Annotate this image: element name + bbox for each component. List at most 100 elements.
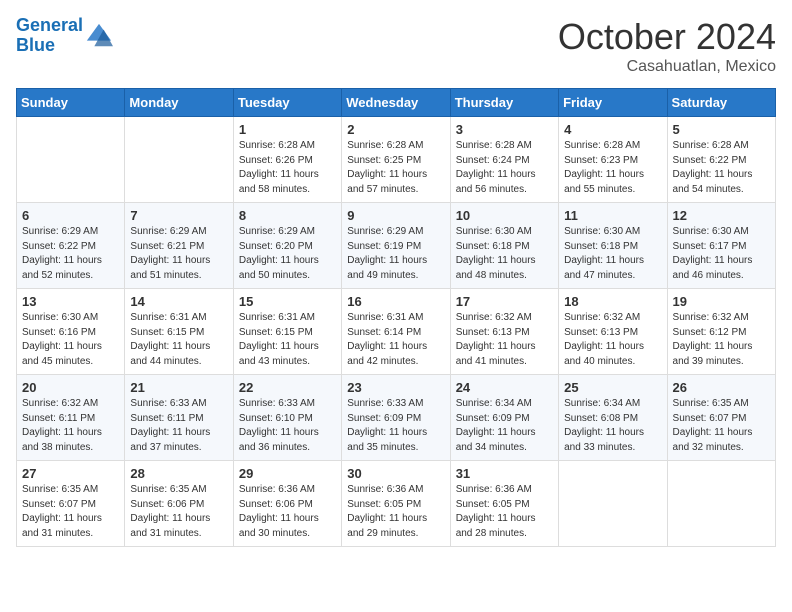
calendar-week-row: 1 Sunrise: 6:28 AM Sunset: 6:26 PM Daylig…	[17, 117, 776, 203]
calendar-cell: 7 Sunrise: 6:29 AM Sunset: 6:21 PM Daylig…	[125, 203, 233, 289]
day-header: Monday	[125, 89, 233, 117]
cell-info: Sunrise: 6:32 AM Sunset: 6:12 PM Dayligh…	[673, 311, 770, 369]
calendar-cell: 31 Sunrise: 6:36 AM Sunset: 6:05 PM Dayli…	[450, 461, 558, 547]
calendar-week-row: 6Sunrise: 6:29 AM Sunset: 6:22 PM Daylig…	[17, 203, 776, 289]
day-number: 2	[347, 122, 444, 137]
logo-text: General Blue	[16, 16, 83, 56]
day-number: 14	[130, 294, 227, 309]
calendar-cell: 30 Sunrise: 6:36 AM Sunset: 6:05 PM Dayli…	[342, 461, 450, 547]
calendar-table: SundayMondayTuesdayWednesdayThursdayFrid…	[16, 88, 776, 547]
calendar-week-row: 13 Sunrise: 6:30 AM Sunset: 6:16 PM Dayli…	[17, 289, 776, 375]
day-number: 17	[456, 294, 553, 309]
cell-info: Sunrise: 6:34 AM Sunset: 6:09 PM Dayligh…	[456, 397, 553, 455]
cell-info: Sunrise: 6:35 AM Sunset: 6:07 PM Dayligh…	[673, 397, 770, 455]
day-number: 20	[22, 380, 119, 395]
day-number: 26	[673, 380, 770, 395]
logo: General Blue	[16, 16, 113, 56]
day-number: 31	[456, 466, 553, 481]
calendar-week-row: 27 Sunrise: 6:35 AM Sunset: 6:07 PM Dayli…	[17, 461, 776, 547]
cell-info: Sunrise: 6:36 AM Sunset: 6:05 PM Dayligh…	[347, 483, 444, 541]
cell-info: Sunrise: 6:32 AM Sunset: 6:13 PM Dayligh…	[564, 311, 661, 369]
day-number: 13	[22, 294, 119, 309]
cell-info: Sunrise: 6:35 AM Sunset: 6:06 PM Dayligh…	[130, 483, 227, 541]
cell-info: Sunrise: 6:32 AM Sunset: 6:11 PM Dayligh…	[22, 397, 119, 455]
calendar-cell: 10 Sunrise: 6:30 AM Sunset: 6:18 PM Dayli…	[450, 203, 558, 289]
cell-info: Sunrise: 6:30 AM Sunset: 6:18 PM Dayligh…	[456, 225, 553, 283]
day-number: 27	[22, 466, 119, 481]
calendar-cell: 2 Sunrise: 6:28 AM Sunset: 6:25 PM Daylig…	[342, 117, 450, 203]
cell-info: Sunrise: 6:34 AM Sunset: 6:08 PM Dayligh…	[564, 397, 661, 455]
day-number: 28	[130, 466, 227, 481]
cell-info: Sunrise: 6:35 AM Sunset: 6:07 PM Dayligh…	[22, 483, 119, 541]
calendar-cell	[667, 461, 775, 547]
day-number: 3	[456, 122, 553, 137]
day-header: Thursday	[450, 89, 558, 117]
calendar-cell: 13 Sunrise: 6:30 AM Sunset: 6:16 PM Dayli…	[17, 289, 125, 375]
day-number: 6	[22, 208, 119, 223]
calendar-cell: 21Sunrise: 6:33 AM Sunset: 6:11 PM Dayli…	[125, 375, 233, 461]
month-title: October 2024	[558, 16, 776, 58]
cell-info: Sunrise: 6:33 AM Sunset: 6:11 PM Dayligh…	[130, 397, 227, 455]
day-number: 29	[239, 466, 336, 481]
cell-info: Sunrise: 6:30 AM Sunset: 6:17 PM Dayligh…	[673, 225, 770, 283]
calendar-body: 1 Sunrise: 6:28 AM Sunset: 6:26 PM Daylig…	[17, 117, 776, 547]
day-header: Wednesday	[342, 89, 450, 117]
cell-info: Sunrise: 6:36 AM Sunset: 6:06 PM Dayligh…	[239, 483, 336, 541]
calendar-cell: 26 Sunrise: 6:35 AM Sunset: 6:07 PM Dayli…	[667, 375, 775, 461]
day-number: 15	[239, 294, 336, 309]
cell-info: Sunrise: 6:28 AM Sunset: 6:23 PM Dayligh…	[564, 139, 661, 197]
calendar-cell: 22 Sunrise: 6:33 AM Sunset: 6:10 PM Dayli…	[233, 375, 341, 461]
day-number: 7	[130, 208, 227, 223]
day-number: 25	[564, 380, 661, 395]
day-number: 30	[347, 466, 444, 481]
calendar-cell: 8 Sunrise: 6:29 AM Sunset: 6:20 PM Daylig…	[233, 203, 341, 289]
day-number: 8	[239, 208, 336, 223]
calendar-cell: 9 Sunrise: 6:29 AM Sunset: 6:19 PM Daylig…	[342, 203, 450, 289]
cell-info: Sunrise: 6:28 AM Sunset: 6:24 PM Dayligh…	[456, 139, 553, 197]
day-number: 18	[564, 294, 661, 309]
cell-info: Sunrise: 6:28 AM Sunset: 6:22 PM Dayligh…	[673, 139, 770, 197]
calendar-cell: 3 Sunrise: 6:28 AM Sunset: 6:24 PM Daylig…	[450, 117, 558, 203]
cell-info: Sunrise: 6:28 AM Sunset: 6:26 PM Dayligh…	[239, 139, 336, 197]
calendar-cell: 5Sunrise: 6:28 AM Sunset: 6:22 PM Daylig…	[667, 117, 775, 203]
calendar-cell: 28 Sunrise: 6:35 AM Sunset: 6:06 PM Dayli…	[125, 461, 233, 547]
calendar-cell	[125, 117, 233, 203]
cell-info: Sunrise: 6:33 AM Sunset: 6:09 PM Dayligh…	[347, 397, 444, 455]
calendar-cell: 12Sunrise: 6:30 AM Sunset: 6:17 PM Dayli…	[667, 203, 775, 289]
title-block: October 2024 Casahuatlan, Mexico	[558, 16, 776, 76]
cell-info: Sunrise: 6:29 AM Sunset: 6:19 PM Dayligh…	[347, 225, 444, 283]
calendar-cell: 19 Sunrise: 6:32 AM Sunset: 6:12 PM Dayli…	[667, 289, 775, 375]
page-header: General Blue October 2024 Casahuatlan, M…	[16, 16, 776, 76]
location: Casahuatlan, Mexico	[558, 58, 776, 76]
day-number: 23	[347, 380, 444, 395]
calendar-cell: 4 Sunrise: 6:28 AM Sunset: 6:23 PM Daylig…	[559, 117, 667, 203]
calendar-cell: 1 Sunrise: 6:28 AM Sunset: 6:26 PM Daylig…	[233, 117, 341, 203]
cell-info: Sunrise: 6:29 AM Sunset: 6:21 PM Dayligh…	[130, 225, 227, 283]
cell-info: Sunrise: 6:30 AM Sunset: 6:16 PM Dayligh…	[22, 311, 119, 369]
day-header: Sunday	[17, 89, 125, 117]
calendar-cell: 24Sunrise: 6:34 AM Sunset: 6:09 PM Dayli…	[450, 375, 558, 461]
day-number: 4	[564, 122, 661, 137]
day-number: 11	[564, 208, 661, 223]
day-number: 10	[456, 208, 553, 223]
day-number: 9	[347, 208, 444, 223]
day-number: 1	[239, 122, 336, 137]
day-number: 16	[347, 294, 444, 309]
calendar-cell: 18 Sunrise: 6:32 AM Sunset: 6:13 PM Dayli…	[559, 289, 667, 375]
cell-info: Sunrise: 6:31 AM Sunset: 6:15 PM Dayligh…	[130, 311, 227, 369]
day-number: 22	[239, 380, 336, 395]
day-number: 19	[673, 294, 770, 309]
calendar-cell	[559, 461, 667, 547]
cell-info: Sunrise: 6:31 AM Sunset: 6:15 PM Dayligh…	[239, 311, 336, 369]
calendar-cell: 25 Sunrise: 6:34 AM Sunset: 6:08 PM Dayli…	[559, 375, 667, 461]
calendar-cell: 6Sunrise: 6:29 AM Sunset: 6:22 PM Daylig…	[17, 203, 125, 289]
calendar-cell: 23 Sunrise: 6:33 AM Sunset: 6:09 PM Dayli…	[342, 375, 450, 461]
calendar-cell: 16Sunrise: 6:31 AM Sunset: 6:14 PM Dayli…	[342, 289, 450, 375]
cell-info: Sunrise: 6:28 AM Sunset: 6:25 PM Dayligh…	[347, 139, 444, 197]
calendar-week-row: 20 Sunrise: 6:32 AM Sunset: 6:11 PM Dayli…	[17, 375, 776, 461]
cell-info: Sunrise: 6:36 AM Sunset: 6:05 PM Dayligh…	[456, 483, 553, 541]
calendar-cell: 29 Sunrise: 6:36 AM Sunset: 6:06 PM Dayli…	[233, 461, 341, 547]
cell-info: Sunrise: 6:29 AM Sunset: 6:20 PM Dayligh…	[239, 225, 336, 283]
cell-info: Sunrise: 6:33 AM Sunset: 6:10 PM Dayligh…	[239, 397, 336, 455]
calendar-cell: 20 Sunrise: 6:32 AM Sunset: 6:11 PM Dayli…	[17, 375, 125, 461]
